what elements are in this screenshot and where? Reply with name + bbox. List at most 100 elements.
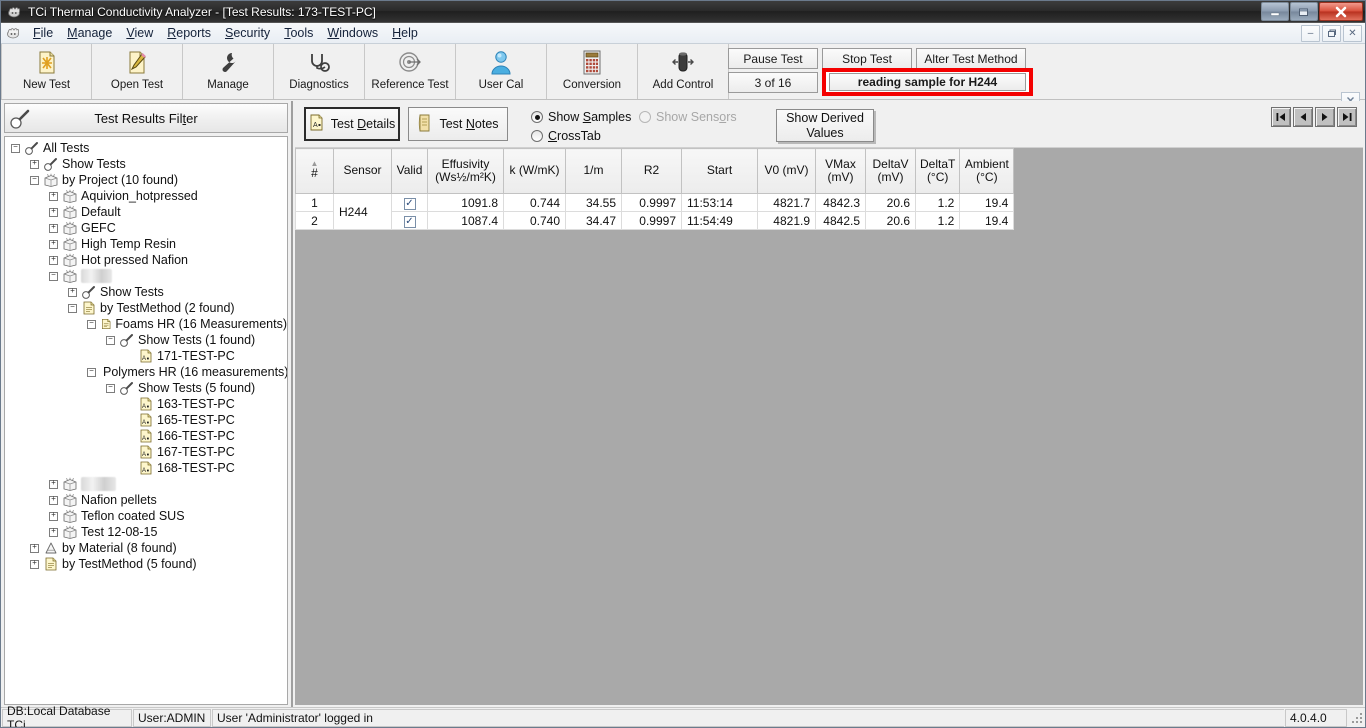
tree-item[interactable]: + by Material (8 found): [5, 540, 287, 556]
expand-icon[interactable]: +: [49, 495, 58, 505]
stop-test-button[interactable]: Stop Test: [822, 48, 912, 69]
restore-button[interactable]: [1290, 2, 1318, 21]
expand-icon[interactable]: +: [49, 255, 58, 265]
radio-show-samples-control[interactable]: [531, 111, 543, 123]
close-button[interactable]: [1319, 2, 1363, 21]
table-row[interactable]: 1 H244 ✓ 1091.8 0.744 34.55 0.9997 11:53:14 4821…: [295, 193, 1015, 230]
collapse-icon[interactable]: −: [106, 335, 115, 345]
v0-cell[interactable]: 4821.7: [757, 193, 816, 212]
collapse-icon[interactable]: −: [49, 271, 58, 281]
radio-crosstab-control[interactable]: [531, 130, 543, 142]
tree-item[interactable]: + Hot pressed Nafion: [5, 252, 287, 268]
mdi-restore-button[interactable]: [1322, 25, 1341, 42]
resize-grip[interactable]: [1349, 710, 1365, 726]
v0-cell[interactable]: 4821.9: [757, 211, 816, 230]
tree-item[interactable]: − Foams HR (16 Measurements): [5, 316, 287, 332]
tree-item[interactable]: +: [5, 476, 287, 492]
toolbar-new-test[interactable]: New Test: [1, 44, 92, 99]
k-cell[interactable]: 0.740: [503, 211, 566, 230]
deltat-cell[interactable]: 1.2: [914, 211, 961, 230]
collapse-icon[interactable]: −: [87, 319, 96, 329]
sensor-cell[interactable]: H244: [333, 193, 392, 230]
vmax-cell[interactable]: 4842.3: [815, 193, 866, 212]
valid-cell[interactable]: ✓: [391, 211, 428, 230]
tree-item[interactable]: − Show Tests (1 found): [5, 332, 287, 348]
checkbox-checked-icon[interactable]: ✓: [403, 198, 416, 210]
first-record-icon[interactable]: [1271, 107, 1291, 127]
tree-item[interactable]: + Aquivion_hotpressed: [5, 188, 287, 204]
expand-icon[interactable]: +: [49, 239, 58, 249]
toolbar-conversion[interactable]: Conversion: [547, 44, 638, 99]
expand-icon[interactable]: +: [30, 159, 39, 169]
expand-icon[interactable]: +: [49, 479, 58, 489]
radio-crosstab[interactable]: CrossTab: [531, 128, 631, 144]
collapse-icon[interactable]: −: [87, 367, 96, 377]
k-cell[interactable]: 0.744: [503, 193, 566, 212]
column-header[interactable]: Effusivity (Ws½/m²K): [427, 148, 504, 194]
table-row[interactable]: 2 ✓ 1087.4 0.740 34.47 0.9997 11:54:49 4821.9 48…: [295, 211, 1015, 230]
menu-file[interactable]: File: [26, 24, 60, 42]
menu-manage[interactable]: Manage: [60, 24, 119, 42]
tab-test-notes[interactable]: Test Notes: [408, 107, 508, 141]
valid-cell[interactable]: ✓: [391, 193, 428, 212]
show-derived-values-button[interactable]: Show Derived Values: [776, 109, 874, 142]
column-header[interactable]: DeltaT (°C): [914, 148, 961, 194]
expand-icon[interactable]: +: [49, 527, 58, 537]
tree-item[interactable]: A 167-TEST-PC: [5, 444, 287, 460]
previous-record-icon[interactable]: [1293, 107, 1313, 127]
menu-help[interactable]: Help: [385, 24, 425, 42]
column-header[interactable]: R2: [621, 148, 682, 194]
expand-icon[interactable]: +: [49, 207, 58, 217]
mdi-close-button[interactable]: ✕: [1343, 25, 1362, 42]
column-header[interactable]: DeltaV (mV): [865, 148, 916, 194]
tree-item[interactable]: A 168-TEST-PC: [5, 460, 287, 476]
row-index[interactable]: 2: [295, 211, 334, 230]
effusivity-cell[interactable]: 1091.8: [427, 193, 504, 212]
tree-item[interactable]: + Show Tests: [5, 284, 287, 300]
mdi-minimize-button[interactable]: –: [1301, 25, 1320, 42]
column-header[interactable]: k (W/mK): [503, 148, 566, 194]
r2-cell[interactable]: 0.9997: [621, 193, 682, 212]
menu-view[interactable]: View: [119, 24, 160, 42]
start-time-cell[interactable]: 11:53:14: [681, 193, 758, 212]
row-index[interactable]: 1: [295, 193, 334, 212]
tree-item[interactable]: + High Temp Resin: [5, 236, 287, 252]
results-grid[interactable]: ▲ # Sensor Valid Effusivity (Ws½/m²K) k (W/mK)…: [295, 148, 1015, 230]
next-record-icon[interactable]: [1315, 107, 1335, 127]
tree-item[interactable]: A 166-TEST-PC: [5, 428, 287, 444]
column-header[interactable]: ▲ #: [295, 148, 334, 194]
tree-item[interactable]: − by TestMethod (2 found): [5, 300, 287, 316]
toolbar-open-test[interactable]: Open Test: [92, 44, 183, 99]
menu-security[interactable]: Security: [218, 24, 277, 42]
ambient-cell[interactable]: 19.4: [959, 193, 1015, 212]
filter-tree[interactable]: − All Tests + Show Tests − by Project (10 fou…: [4, 136, 288, 705]
collapse-icon[interactable]: −: [11, 143, 20, 153]
start-time-cell[interactable]: 11:54:49: [681, 211, 758, 230]
collapse-icon[interactable]: −: [30, 175, 39, 185]
tree-item[interactable]: − All Tests: [5, 140, 287, 156]
tree-item[interactable]: + Default: [5, 204, 287, 220]
column-header[interactable]: V0 (mV): [757, 148, 816, 194]
collapse-icon[interactable]: −: [106, 383, 115, 393]
column-header[interactable]: Start: [681, 148, 758, 194]
tree-item[interactable]: − by Project (10 found): [5, 172, 287, 188]
vmax-cell[interactable]: 4842.5: [815, 211, 866, 230]
expand-icon[interactable]: +: [68, 287, 77, 297]
deltav-cell[interactable]: 20.6: [865, 211, 916, 230]
toolbar-diagnostics[interactable]: Diagnostics: [274, 44, 365, 99]
column-header[interactable]: 1/m: [565, 148, 622, 194]
menu-windows[interactable]: Windows: [320, 24, 385, 42]
tab-test-details[interactable]: A Test Details: [304, 107, 400, 141]
column-header[interactable]: VMax (mV): [815, 148, 866, 194]
minimize-button[interactable]: [1261, 2, 1289, 21]
collapse-icon[interactable]: −: [68, 303, 77, 313]
inverse-m-cell[interactable]: 34.55: [565, 193, 622, 212]
radio-show-samples[interactable]: Show Samples: [531, 109, 631, 125]
deltav-cell[interactable]: 20.6: [865, 193, 916, 212]
tree-item[interactable]: + by TestMethod (5 found): [5, 556, 287, 572]
expand-icon[interactable]: +: [49, 223, 58, 233]
expand-icon[interactable]: +: [30, 543, 39, 553]
tree-item[interactable]: A 165-TEST-PC: [5, 412, 287, 428]
deltat-cell[interactable]: 1.2: [914, 193, 961, 212]
tree-item[interactable]: −: [5, 268, 287, 284]
